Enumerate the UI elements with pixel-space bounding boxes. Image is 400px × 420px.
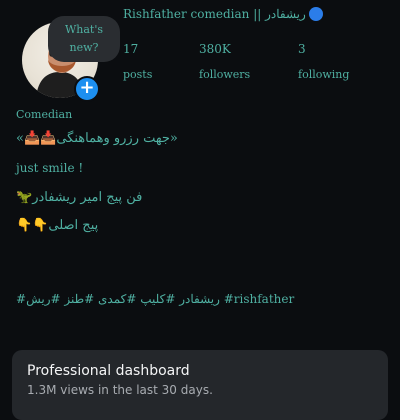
- blue-circle-icon: [308, 7, 323, 21]
- add-story-plus-icon[interactable]: +: [74, 76, 100, 102]
- stat-posts-label: posts: [123, 68, 153, 81]
- note-text-line2: new?: [69, 41, 99, 54]
- display-name-text: Rishfather comedian || ریشفادر: [123, 7, 306, 21]
- stat-followers[interactable]: 380K followers: [199, 42, 250, 81]
- bio-line-main-page: 👇👇پیج اصلی: [16, 218, 99, 233]
- note-text-line1: What's: [64, 23, 104, 36]
- dashboard-subtitle: 1.3M views in the last 30 days.: [27, 383, 213, 397]
- stat-following[interactable]: 3 following: [298, 42, 349, 81]
- bio-line-smile: just smile !: [16, 161, 84, 175]
- stat-posts[interactable]: 17 posts: [123, 42, 152, 81]
- professional-dashboard-card[interactable]: Professional dashboard 1.3M views in the…: [12, 350, 388, 420]
- dashboard-title: Professional dashboard: [27, 363, 190, 379]
- stat-following-label: following: [298, 68, 350, 81]
- stat-following-value: 3: [298, 42, 306, 56]
- stat-followers-value: 380K: [199, 42, 231, 56]
- stat-followers-label: followers: [199, 68, 251, 81]
- bio-line-reservation: «📥📥جهت رزرو وهماهنگی»: [16, 131, 178, 146]
- display-name: Rishfather comedian || ریشفادر: [123, 7, 323, 21]
- note-bubble[interactable]: What's new?: [48, 16, 120, 62]
- bio-line-fanpage: 🦖فن پیج امیر ریشفادر: [16, 190, 143, 205]
- stat-posts-value: 17: [123, 42, 139, 56]
- profile-avatar[interactable]: + What's new?: [22, 16, 120, 102]
- profile-category: Comedian: [16, 108, 73, 121]
- bio-hashtags[interactable]: #ریشفادر #کلیپ #کمدی #طنز #ریش #rishfath…: [16, 292, 294, 306]
